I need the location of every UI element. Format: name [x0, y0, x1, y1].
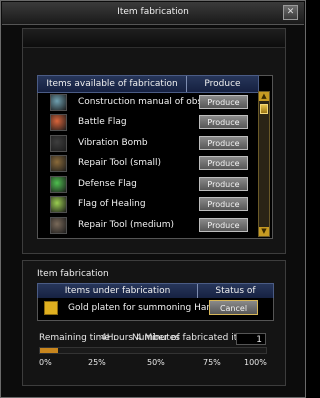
produce-button[interactable]: Produce: [199, 136, 248, 150]
list-item[interactable]: Defense Flag Produce: [42, 175, 256, 195]
gold-platen-icon: [44, 301, 58, 315]
item-name: Battle Flag: [78, 117, 127, 127]
produce-button[interactable]: Produce: [199, 95, 248, 109]
column-header-items: Items available of fabrication: [46, 79, 178, 89]
list-item[interactable]: Battle Flag Produce: [42, 113, 256, 133]
progress-tick-label: 25%: [88, 358, 106, 367]
list-item[interactable]: Vibration Bomb Produce: [42, 134, 256, 154]
item-name: Flag of Healing: [78, 199, 146, 209]
produce-button[interactable]: Produce: [199, 156, 248, 170]
cancel-button[interactable]: Cancel: [209, 300, 258, 315]
battle-flag-icon: [50, 114, 67, 131]
list-item[interactable]: Construction manual of obstacles Produce: [42, 93, 256, 113]
column-header-produce: Produce: [204, 79, 241, 89]
title-bar[interactable]: Item fabrication ✕: [2, 2, 304, 25]
pickaxe-icon: [50, 155, 67, 172]
window-title: Item fabrication: [117, 7, 189, 17]
produce-button[interactable]: Produce: [199, 218, 248, 232]
produce-button[interactable]: Produce: [199, 177, 248, 191]
list-item[interactable]: Repair Tool (small) Produce: [42, 154, 256, 174]
progress-fill: [40, 348, 59, 353]
manual-icon: [50, 94, 67, 111]
column-header-status: Status of progress: [215, 286, 256, 311]
scroll-up-arrow-icon[interactable]: ▲: [259, 92, 269, 101]
progress-tick-label: 0%: [39, 358, 52, 367]
list-scrollbar[interactable]: ▲ ▼: [258, 91, 270, 237]
fabricated-count-value: 1: [236, 333, 266, 345]
list-item[interactable]: Flag of Healing Produce: [42, 195, 256, 215]
column-header-under-fabrication: Items under fabrication: [64, 286, 171, 296]
progress-tick-label: 50%: [147, 358, 165, 367]
produce-button[interactable]: Produce: [199, 197, 248, 211]
panel-top-strip: [23, 29, 285, 48]
item-name: Repair Tool (small): [78, 158, 162, 168]
available-items-header: Items available of fabrication Produce: [37, 75, 259, 93]
list-item[interactable]: Repair Tool (medium) Produce: [42, 216, 256, 236]
item-name: Vibration Bomb: [78, 138, 148, 148]
item-name: Defense Flag: [78, 179, 137, 189]
fabrication-section-label: Item fabrication: [37, 269, 109, 279]
progress-tick-label: 100%: [244, 358, 267, 367]
progress-bar: [39, 347, 267, 354]
healing-flag-icon: [50, 196, 67, 213]
progress-tick-label: 75%: [203, 358, 221, 367]
close-icon[interactable]: ✕: [283, 5, 298, 20]
current-item-name: Gold platen for summoning Hang-A: [68, 303, 227, 313]
scrollbar-thumb[interactable]: [260, 104, 268, 114]
defense-flag-icon: [50, 176, 67, 193]
produce-button[interactable]: Produce: [199, 115, 248, 129]
item-name: Repair Tool (medium): [78, 220, 175, 230]
bomb-icon: [50, 135, 67, 152]
scroll-down-arrow-icon[interactable]: ▼: [259, 227, 269, 236]
pickaxe-icon: [50, 217, 67, 234]
